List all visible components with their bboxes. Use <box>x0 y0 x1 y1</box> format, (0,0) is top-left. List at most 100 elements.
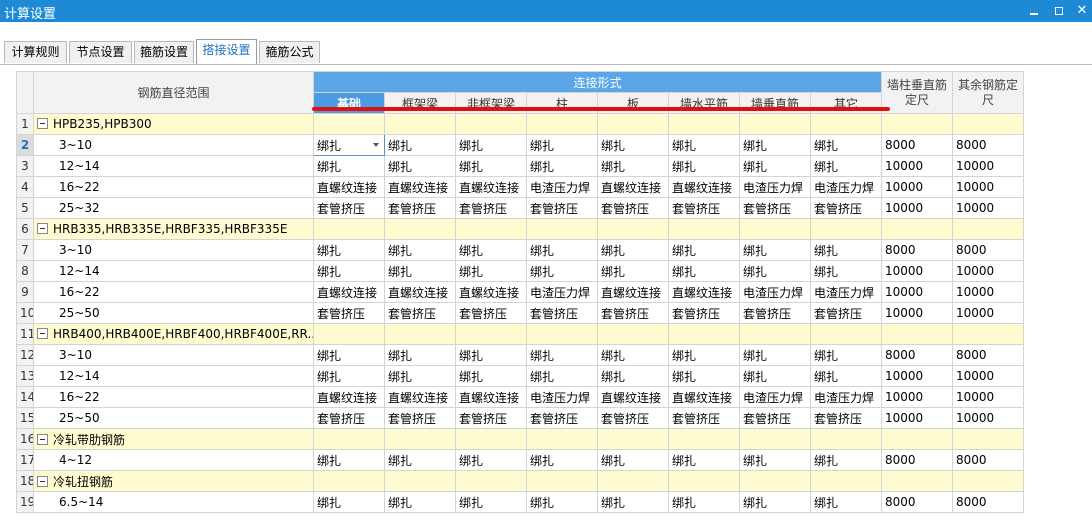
row-number[interactable]: 18 <box>16 470 34 492</box>
connection-cell-column[interactable]: 套管挤压 <box>526 302 598 324</box>
connection-cell-slab[interactable] <box>597 323 669 345</box>
connection-cell-other[interactable]: 电渣压力焊 <box>809 386 883 408</box>
wall-vertical-length-cell[interactable]: 8000 <box>881 449 954 471</box>
connection-cell-frame-beam[interactable] <box>384 323 456 345</box>
group-row[interactable]: 16 冷轧带肋钢筋 <box>16 428 1025 450</box>
connection-cell-wall-horizontal[interactable]: 绑扎 <box>668 365 740 387</box>
collapse-icon[interactable] <box>37 118 48 129</box>
connection-cell-slab[interactable] <box>597 428 669 450</box>
connection-cell-wall-vertical[interactable] <box>739 323 811 345</box>
connection-cell-wall-horizontal[interactable]: 绑扎 <box>668 449 740 471</box>
row-number[interactable]: 13 <box>16 365 34 387</box>
wall-vertical-length-cell[interactable]: 10000 <box>881 386 954 408</box>
connection-cell-wall-vertical[interactable]: 套管挤压 <box>739 197 811 219</box>
connection-cell-wall-vertical[interactable] <box>739 218 811 240</box>
connection-cell-foundation[interactable]: 绑扎 <box>313 344 385 366</box>
row-number[interactable]: 3 <box>16 155 34 177</box>
connection-cell-wall-vertical[interactable]: 绑扎 <box>739 449 811 471</box>
other-length-cell[interactable] <box>952 323 1025 345</box>
wall-vertical-length-cell[interactable] <box>881 428 954 450</box>
connection-cell-column[interactable] <box>526 323 598 345</box>
tab-node-settings[interactable]: 节点设置 <box>69 41 132 63</box>
row-number[interactable]: 17 <box>16 449 34 471</box>
connection-cell-slab[interactable]: 套管挤压 <box>597 302 669 324</box>
table-row[interactable]: 1416~22直螺纹连接直螺纹连接直螺纹连接电渣压力焊直螺纹连接直螺纹连接电渣压… <box>16 386 1025 408</box>
connection-cell-wall-vertical[interactable]: 绑扎 <box>739 134 811 156</box>
connection-cell-slab[interactable]: 绑扎 <box>597 344 669 366</box>
connection-cell-foundation[interactable]: 直螺纹连接 <box>313 386 385 408</box>
connection-cell-wall-vertical[interactable]: 绑扎 <box>739 365 811 387</box>
connection-cell-slab[interactable]: 绑扎 <box>597 260 669 282</box>
wall-vertical-length-cell[interactable] <box>881 470 954 492</box>
collapse-icon[interactable] <box>37 328 48 339</box>
connection-cell-slab[interactable]: 绑扎 <box>597 365 669 387</box>
connection-cell-frame-beam[interactable]: 直螺纹连接 <box>384 176 456 198</box>
connection-cell-foundation[interactable]: 直螺纹连接 <box>313 281 385 303</box>
connection-cell-other[interactable]: 绑扎 <box>809 449 883 471</box>
connection-cell-other[interactable]: 绑扎 <box>809 260 883 282</box>
other-length-cell[interactable]: 10000 <box>952 197 1025 219</box>
connection-cell-wall-vertical[interactable]: 电渣压力焊 <box>739 386 811 408</box>
connection-cell-non-frame-beam[interactable]: 绑扎 <box>455 365 527 387</box>
connection-cell-frame-beam[interactable]: 直螺纹连接 <box>384 386 456 408</box>
other-length-cell[interactable] <box>952 470 1025 492</box>
row-number[interactable]: 9 <box>16 281 34 303</box>
connection-cell-frame-beam[interactable]: 绑扎 <box>384 239 456 261</box>
table-row[interactable]: 2 3~10 绑扎 绑扎 绑扎 绑扎 绑扎 绑扎 绑扎 绑扎 8000 8000 <box>16 134 1025 156</box>
connection-cell-non-frame-beam[interactable] <box>455 428 527 450</box>
connection-cell-other[interactable] <box>809 428 883 450</box>
connection-cell-non-frame-beam[interactable]: 套管挤压 <box>455 197 527 219</box>
group-row[interactable]: 6 HRB335,HRB335E,HRBF335,HRBF335E <box>16 218 1025 240</box>
connection-cell-column[interactable]: 绑扎 <box>526 260 598 282</box>
connection-cell-other[interactable] <box>809 218 883 240</box>
connection-cell-frame-beam[interactable]: 套管挤压 <box>384 407 456 429</box>
connection-cell-slab[interactable]: 绑扎 <box>597 449 669 471</box>
minimize-button[interactable] <box>1026 3 1042 19</box>
connection-cell-wall-horizontal[interactable]: 绑扎 <box>668 491 740 513</box>
connection-cell-foundation[interactable] <box>313 470 385 492</box>
connection-cell-foundation[interactable]: 绑扎 <box>313 365 385 387</box>
other-length-cell[interactable]: 8000 <box>952 239 1025 261</box>
connection-cell-wall-horizontal[interactable]: 直螺纹连接 <box>668 281 740 303</box>
tab-calc-rules[interactable]: 计算规则 <box>4 41 67 63</box>
connection-cell-foundation[interactable] <box>313 428 385 450</box>
wall-vertical-length-cell[interactable]: 10000 <box>881 197 954 219</box>
wall-vertical-length-cell[interactable]: 10000 <box>881 155 954 177</box>
connection-cell-frame-beam[interactable]: 绑扎 <box>384 344 456 366</box>
connection-cell-column[interactable]: 绑扎 <box>526 155 598 177</box>
row-number[interactable]: 4 <box>16 176 34 198</box>
connection-cell-foundation[interactable]: 套管挤压 <box>313 407 385 429</box>
connection-cell-other[interactable]: 套管挤压 <box>809 407 883 429</box>
connection-cell-foundation[interactable] <box>313 323 385 345</box>
connection-cell-non-frame-beam[interactable]: 绑扎 <box>455 491 527 513</box>
table-row[interactable]: 3 12~14 绑扎 绑扎 绑扎 绑扎 绑扎 绑扎 绑扎 绑扎 10000 10000 <box>16 155 1025 177</box>
table-row[interactable]: 1312~14绑扎绑扎绑扎绑扎绑扎绑扎绑扎绑扎1000010000 <box>16 365 1025 387</box>
tab-stirrup-formula[interactable]: 箍筋公式 <box>259 41 320 63</box>
connection-cell-slab[interactable]: 直螺纹连接 <box>597 281 669 303</box>
connection-cell-slab[interactable]: 套管挤压 <box>597 197 669 219</box>
wall-vertical-length-cell[interactable]: 8000 <box>881 491 954 513</box>
wall-vertical-length-cell[interactable]: 8000 <box>881 239 954 261</box>
connection-cell-slab[interactable]: 绑扎 <box>597 491 669 513</box>
wall-vertical-length-cell[interactable]: 8000 <box>881 344 954 366</box>
row-number[interactable]: 8 <box>16 260 34 282</box>
connection-cell-column[interactable]: 绑扎 <box>526 344 598 366</box>
other-length-cell[interactable]: 8000 <box>952 491 1025 513</box>
row-number[interactable]: 10 <box>16 302 34 324</box>
connection-cell-non-frame-beam[interactable]: 绑扎 <box>455 344 527 366</box>
connection-cell-wall-vertical[interactable]: 电渣压力焊 <box>739 281 811 303</box>
connection-cell-slab[interactable]: 绑扎 <box>597 239 669 261</box>
other-length-cell[interactable] <box>952 218 1025 240</box>
connection-cell-foundation[interactable] <box>313 113 385 135</box>
wall-vertical-length-cell[interactable]: 10000 <box>881 407 954 429</box>
table-row[interactable]: 123~10绑扎绑扎绑扎绑扎绑扎绑扎绑扎绑扎80008000 <box>16 344 1025 366</box>
row-number[interactable]: 7 <box>16 239 34 261</box>
connection-cell-column[interactable]: 绑扎 <box>526 239 598 261</box>
connection-cell-other[interactable]: 套管挤压 <box>809 302 883 324</box>
connection-cell-non-frame-beam[interactable]: 直螺纹连接 <box>455 281 527 303</box>
connection-cell-column[interactable]: 套管挤压 <box>526 407 598 429</box>
connection-cell-other[interactable]: 电渣压力焊 <box>809 176 883 198</box>
connection-cell-slab[interactable]: 直螺纹连接 <box>597 386 669 408</box>
connection-cell-other[interactable]: 绑扎 <box>809 491 883 513</box>
group-row[interactable]: 18 冷轧扭钢筋 <box>16 470 1025 492</box>
